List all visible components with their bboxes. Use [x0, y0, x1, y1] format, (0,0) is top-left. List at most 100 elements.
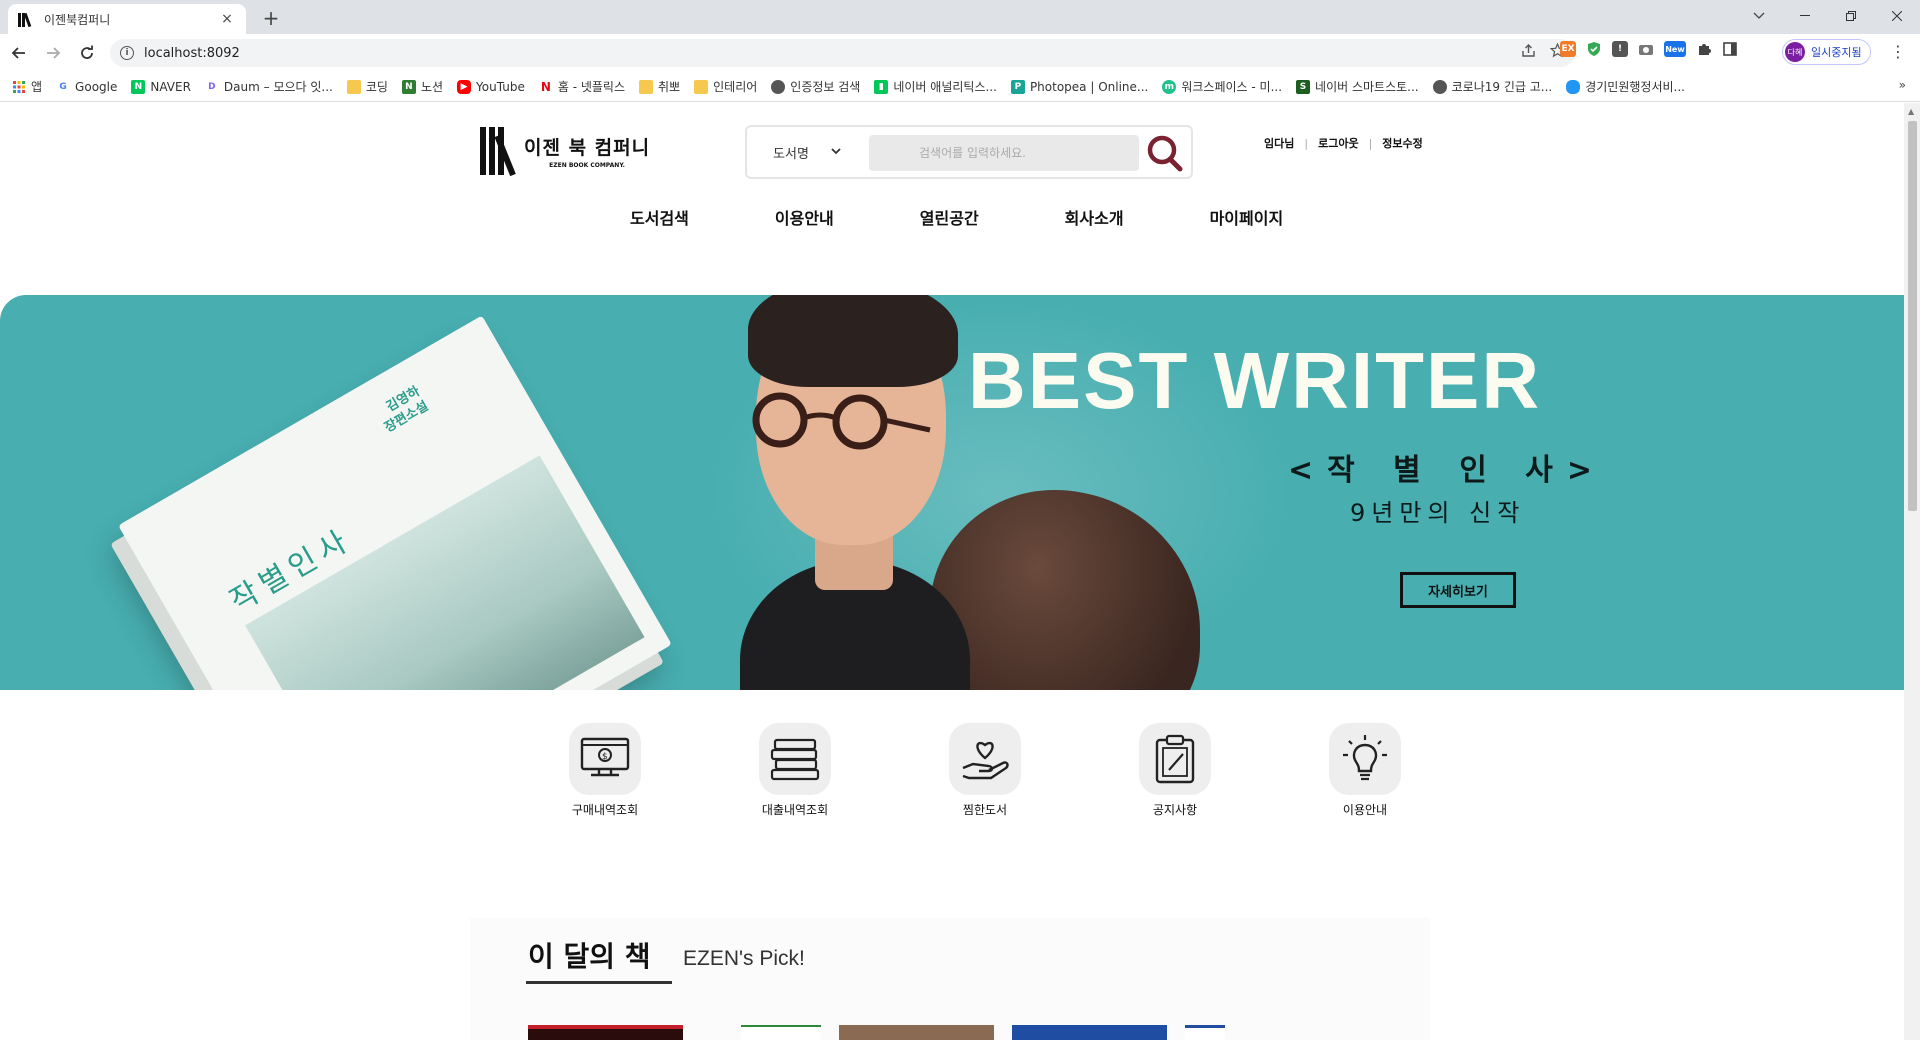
bookmark-item[interactable]: 인테리어 [694, 78, 757, 95]
bookmark-item[interactable]: ▶ YouTube [457, 79, 525, 94]
quick-item-wishlist[interactable]: 찜한도서 [890, 723, 1080, 818]
bookmark-item[interactable]: 코로나19 긴급 고... [1432, 78, 1553, 95]
main-navigation: 도서검색 이용안내 열린공간 회사소개 마이페이지 [630, 205, 1369, 229]
shield-extension-icon[interactable] [1586, 41, 1602, 57]
quick-item-notice[interactable]: 공지사항 [1080, 723, 1270, 818]
side-panel-icon[interactable] [1722, 41, 1738, 57]
logout-link[interactable]: 로그아웃 [1318, 135, 1358, 151]
bookmark-label: Daum – 모으다 잇... [223, 80, 333, 94]
bookmark-item[interactable]: 경기민원행정서비... [1566, 78, 1685, 95]
nav-open-space[interactable]: 열린공간 [920, 205, 979, 229]
site-logo[interactable]: 이젠 북 컴퍼니 EZEN BOOK COMPANY. [480, 127, 651, 177]
bookmark-item[interactable]: 코딩 [346, 78, 388, 95]
bookmarks-overflow-icon[interactable]: » [1899, 78, 1906, 92]
quick-label: 공지사항 [1152, 803, 1198, 817]
extension-grey-icon[interactable]: ! [1612, 41, 1628, 57]
quick-label: 이용안내 [1342, 803, 1388, 817]
quick-label: 대출내역조회 [761, 803, 829, 817]
tab-title: 이젠북컴퍼니 [44, 12, 111, 27]
tab-close-icon[interactable]: × [218, 11, 236, 27]
logo-books-icon [480, 127, 516, 177]
bookmark-label: 코로나19 긴급 고... [1451, 80, 1553, 94]
cloud-icon [1566, 79, 1581, 94]
profile-button[interactable]: 다혜 일시중지됨 [1782, 39, 1871, 65]
bookmark-item[interactable]: N 노션 [401, 78, 444, 95]
bookmark-item[interactable]: 취뽀 [639, 78, 680, 95]
netflix-icon: N [538, 79, 553, 94]
close-window-button[interactable] [1874, 0, 1920, 32]
back-button[interactable] [4, 38, 34, 68]
book-thumbnail[interactable] [1012, 1025, 1167, 1040]
bookmark-item[interactable]: ▮ 네이버 애널리틱스... [874, 78, 997, 95]
search-category-select[interactable]: 도서명 [747, 127, 867, 177]
folder-icon [694, 79, 709, 94]
quick-item-guide[interactable]: 이용안내 [1270, 723, 1460, 818]
new-tab-button[interactable]: + [258, 5, 284, 31]
address-url[interactable]: localhost:8092 [144, 46, 240, 61]
share-icon[interactable] [1521, 43, 1536, 62]
bookmark-item[interactable]: S 네이버 스마트스토... [1296, 78, 1419, 95]
nav-guide[interactable]: 이용안내 [775, 205, 834, 229]
scrollbar-thumb[interactable] [1908, 121, 1917, 511]
restore-button[interactable] [1828, 0, 1874, 32]
quick-menu: $ 구매내역조회 대출내역조회 찜한도서 공지사항 이용안내 [510, 723, 1460, 818]
window-controls [1736, 0, 1920, 32]
book-thumbnail[interactable] [528, 1025, 683, 1040]
bookmark-label: 취뽀 [658, 80, 681, 94]
search-button[interactable] [1143, 133, 1187, 173]
minimize-button[interactable] [1782, 0, 1828, 32]
bookmark-item[interactable]: m 워크스페이스 - 미... [1162, 78, 1282, 95]
banner-detail-button[interactable]: 자세히보기 [1400, 572, 1516, 608]
site-info-icon[interactable]: i [120, 46, 134, 60]
search-input[interactable] [869, 135, 1139, 171]
new-extension-badge[interactable]: New [1664, 41, 1686, 57]
bookmark-item[interactable]: 인증정보 검색 [771, 78, 860, 95]
workspace-icon: m [1162, 79, 1177, 94]
puzzle-extensions-icon[interactable] [1696, 41, 1712, 57]
logo-name: 이젠 북 컴퍼니 [524, 137, 651, 159]
nav-about[interactable]: 회사소개 [1065, 205, 1124, 229]
browser-menu-icon[interactable]: ⋮ [1890, 42, 1906, 61]
profile-avatar: 다혜 [1785, 42, 1805, 62]
scroll-up-icon[interactable]: ▲ [1908, 107, 1914, 116]
nav-book-search[interactable]: 도서검색 [630, 205, 689, 229]
quick-item-purchase[interactable]: $ 구매내역조회 [510, 723, 700, 818]
bookmark-label: 노션 [420, 80, 444, 94]
tab-search-icon[interactable] [1736, 0, 1782, 32]
browser-toolbar: i localhost:8092 EX ! New 다혜 일시중지됨 ⋮ [0, 34, 1920, 72]
camera-extension-icon[interactable] [1638, 41, 1654, 57]
user-name-link[interactable]: 임다님 [1264, 135, 1294, 151]
book-cover-image: 작별인사 김영하 장편소설 [118, 315, 672, 690]
bookmark-item[interactable]: G Google [56, 79, 118, 94]
forward-button[interactable] [38, 38, 68, 68]
reload-button[interactable] [72, 38, 102, 68]
clipboard-icon [1139, 723, 1211, 795]
search-box: 도서명 [745, 125, 1193, 179]
banner-description: 9년만의 신작 [1350, 499, 1526, 527]
naver-icon: N [131, 79, 146, 94]
nav-mypage[interactable]: 마이페이지 [1210, 205, 1284, 229]
extension-orange-icon[interactable]: EX [1560, 41, 1576, 57]
book-thumbnail[interactable] [839, 1025, 994, 1040]
monthly-books-subtitle: EZEN's Pick! [683, 947, 805, 970]
bookmark-item[interactable]: P Photopea | Online... [1010, 79, 1148, 94]
bookmark-item[interactable]: 앱 [12, 78, 42, 95]
bookmark-item[interactable]: N 홈 - 넷플릭스 [538, 78, 625, 95]
banner-title: BEST WRITER [968, 336, 1542, 425]
bookmark-label: Google [75, 79, 118, 94]
browser-tab[interactable]: 이젠북컴퍼니 × [8, 4, 246, 34]
book-thumbnail[interactable] [1185, 1025, 1225, 1040]
bookmark-item[interactable]: N NAVER [131, 79, 191, 94]
bookmark-item[interactable]: D Daum – 모으다 잇... [204, 78, 333, 95]
address-bar[interactable]: i localhost:8092 [110, 39, 1575, 67]
browser-tab-strip: 이젠북컴퍼니 × + [0, 0, 1920, 34]
hero-banner: 작별인사 김영하 장편소설 BEST WRITER <작 별 인 사> 9년만의… [0, 295, 1904, 690]
book-thumbnail[interactable] [741, 1025, 821, 1040]
monthly-book-list [528, 1025, 1243, 1040]
quick-item-loan[interactable]: 대출내역조회 [700, 723, 890, 818]
smartstore-icon: S [1296, 79, 1311, 94]
edit-profile-link[interactable]: 정보수정 [1382, 135, 1422, 151]
notion-icon: N [401, 79, 416, 94]
bookmark-label: 워크스페이스 - 미... [1181, 80, 1283, 94]
page-scrollbar[interactable]: ▲ [1904, 103, 1920, 1040]
